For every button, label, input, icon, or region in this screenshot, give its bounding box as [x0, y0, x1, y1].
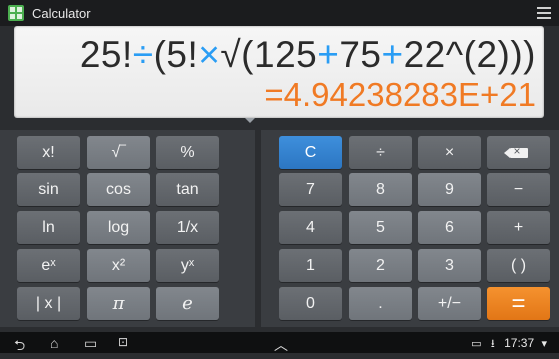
key-label: .: [378, 294, 383, 312]
notification-icon: ▭: [471, 338, 482, 350]
expression-segment: (5!: [153, 34, 199, 75]
digit-7-button[interactable]: 7: [279, 173, 342, 206]
key-label: sin: [38, 180, 59, 198]
key-label: 3: [445, 256, 454, 274]
key-label: 0: [306, 294, 315, 312]
key-label: x!: [42, 143, 55, 161]
multiply-button[interactable]: ×: [418, 136, 481, 169]
collapse-arrow-icon[interactable]: [245, 118, 255, 123]
expression-segment: ): [523, 34, 536, 75]
key-label: | x |: [35, 294, 62, 312]
key-label: +: [513, 218, 524, 236]
key-label: −: [513, 180, 524, 198]
backspace-button[interactable]: [487, 136, 550, 169]
key-label: 6: [445, 218, 454, 236]
key-label: eˣ: [41, 256, 56, 274]
expression-operator: ÷: [132, 34, 154, 75]
parentheses-button[interactable]: ( ): [487, 249, 550, 282]
clock-time: 17:37: [504, 336, 535, 350]
back-icon[interactable]: ⮌: [14, 335, 25, 359]
up-chevron-icon[interactable]: ︿: [274, 335, 288, 355]
system-navigation-bar: ⮌ ⌂ ▭ ⊡ ︿ ▭ ⭳ 17:37 ▾: [0, 332, 559, 353]
expression-operator: +: [381, 34, 404, 75]
title-bar: Calculator: [0, 0, 559, 26]
square-button[interactable]: x²: [87, 249, 150, 282]
pi-button[interactable]: π: [87, 287, 150, 320]
digit-9-button[interactable]: 9: [418, 173, 481, 206]
download-icon: ⭳: [490, 338, 495, 350]
tangent-button[interactable]: tan: [156, 173, 219, 206]
digit-8-button[interactable]: 8: [349, 173, 412, 206]
overflow-menu-icon[interactable]: [537, 4, 551, 22]
recent-apps-icon[interactable]: ▭: [84, 335, 97, 352]
equals-button[interactable]: =: [487, 287, 550, 320]
key-label: tan: [176, 180, 199, 198]
status-bar: ▭ ⭳ 17:37 ▾: [471, 335, 553, 354]
key-label: 5: [376, 218, 385, 236]
expression-segment: 25!: [79, 34, 133, 75]
square-root-button[interactable]: √‾: [87, 136, 150, 169]
calculator-display: 25!÷(5!×√(125+75+22^(2))) =4.94238283E+2…: [14, 26, 544, 118]
exp-button[interactable]: eˣ: [17, 249, 80, 282]
absolute-value-button[interactable]: | x |: [17, 287, 80, 320]
expression-operator: +: [317, 34, 340, 75]
digit-0-button[interactable]: 0: [279, 287, 342, 320]
sine-button[interactable]: sin: [17, 173, 80, 206]
decimal-button[interactable]: .: [349, 287, 412, 320]
screenshot-icon[interactable]: ⊡: [118, 335, 128, 349]
factorial-button[interactable]: x!: [17, 136, 80, 169]
digit-2-button[interactable]: 2: [349, 249, 412, 282]
plus-minus-button[interactable]: +/−: [418, 287, 481, 320]
key-label: ×: [444, 143, 455, 161]
digit-4-button[interactable]: 4: [279, 211, 342, 244]
key-label: 1: [306, 256, 315, 274]
key-label: e: [182, 293, 193, 314]
expression-text[interactable]: 25!÷(5!×√(125+75+22^(2))): [80, 34, 536, 76]
key-label: √‾: [111, 143, 126, 161]
euler-button[interactable]: e: [156, 287, 219, 320]
key-label: x²: [111, 256, 126, 274]
key-label: cos: [106, 180, 131, 198]
key-label: 2: [376, 256, 385, 274]
key-label: 7: [306, 180, 315, 198]
expression-segment: 22^(2)): [403, 34, 524, 75]
expression-segment: 75: [339, 34, 382, 75]
natural-log-button[interactable]: ln: [17, 211, 80, 244]
result-text: =4.94238283E+21: [264, 76, 536, 113]
key-label: π: [112, 293, 125, 314]
key-label: ÷: [376, 143, 385, 161]
key-label: yˣ: [180, 256, 195, 274]
signal-icon: ▾: [541, 338, 547, 350]
percent-button[interactable]: %: [156, 136, 219, 169]
key-label: 4: [306, 218, 315, 236]
key-label: 9: [445, 180, 454, 198]
key-label: ln: [42, 218, 55, 236]
key-label: +/−: [437, 294, 462, 312]
calculator-app-icon: [8, 5, 24, 21]
key-label: ( ): [510, 256, 527, 274]
key-label: log: [107, 218, 130, 236]
power-button[interactable]: yˣ: [156, 249, 219, 282]
key-label: %: [180, 143, 195, 161]
reciprocal-button[interactable]: 1/x: [156, 211, 219, 244]
key-label: 1/x: [176, 218, 199, 236]
clear-button[interactable]: C: [279, 136, 342, 169]
key-label: =: [511, 289, 526, 317]
digit-1-button[interactable]: 1: [279, 249, 342, 282]
log-button[interactable]: log: [87, 211, 150, 244]
key-label: C: [304, 143, 317, 161]
minus-button[interactable]: −: [487, 173, 550, 206]
home-icon[interactable]: ⌂: [50, 335, 58, 351]
digit-6-button[interactable]: 6: [418, 211, 481, 244]
digit-5-button[interactable]: 5: [349, 211, 412, 244]
plus-button[interactable]: +: [487, 211, 550, 244]
cosine-button[interactable]: cos: [87, 173, 150, 206]
key-label: 8: [376, 180, 385, 198]
app-title: Calculator: [32, 6, 91, 21]
expression-operator: ×: [198, 34, 221, 75]
divide-button[interactable]: ÷: [349, 136, 412, 169]
expression-segment: √(125: [220, 34, 318, 75]
digit-3-button[interactable]: 3: [418, 249, 481, 282]
backspace-icon: [503, 144, 528, 158]
